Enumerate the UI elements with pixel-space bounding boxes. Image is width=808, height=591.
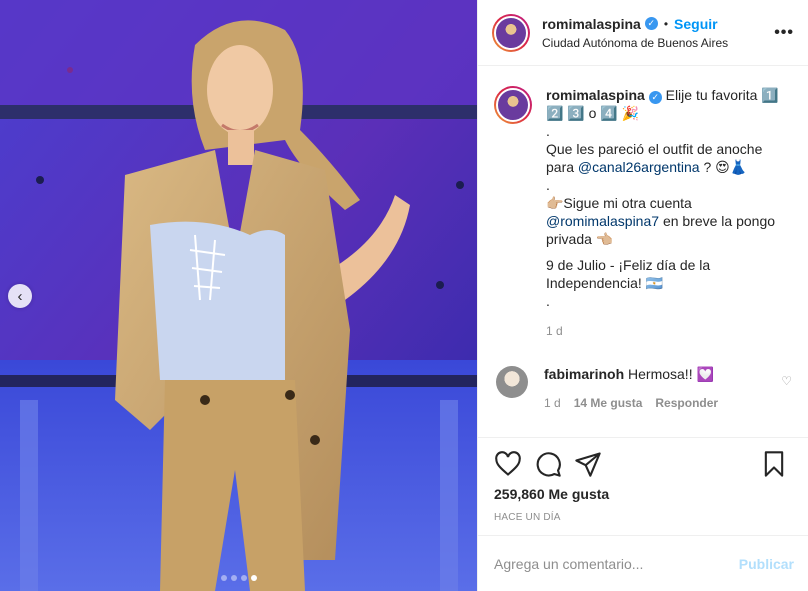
carousel-dot <box>220 575 227 581</box>
caption-emoji: ? 😍👗 <box>699 159 748 175</box>
comment-likes[interactable]: 14 Me gusta <box>574 396 643 410</box>
caption-line-7: 9 de Julio - ¡Feliz día de la Independen… <box>546 257 711 291</box>
comment-meta: 1 d 14 Me gusta Responder <box>544 396 792 410</box>
commenter-username[interactable]: fabimarinoh <box>544 366 624 382</box>
mention-link[interactable]: @romimalaspina7 <box>546 213 659 229</box>
caption-line-4: . <box>546 177 550 193</box>
caption-line-5: 👉🏼Sigue mi otra cuenta <box>546 195 692 211</box>
comment-body: fabimarinoh Hermosa!! 💟 1 d 14 Me gusta … <box>544 366 792 410</box>
header-top: romimalaspina ✓ • Seguir <box>542 16 774 32</box>
author-username[interactable]: romimalaspina <box>542 16 641 32</box>
comment-text-line: fabimarinoh Hermosa!! 💟 <box>544 366 792 383</box>
caption-line-6: @romimalaspina7 en breve la pongo privad… <box>546 212 792 248</box>
caption-line-8: . <box>546 293 550 309</box>
post-header: romimalaspina ✓ • Seguir Ciudad Autónoma… <box>478 0 808 66</box>
carousel-dot <box>240 575 247 581</box>
comment-age: 1 d <box>544 396 561 410</box>
photo-image <box>0 0 477 591</box>
carousel-dot <box>230 575 237 581</box>
mention-link[interactable]: @canal26argentina <box>578 159 700 175</box>
like-heart-icon[interactable] <box>494 450 522 478</box>
caption-text: romimalaspina ✓ Elije tu favorita 1️⃣ 2️… <box>546 86 792 340</box>
caption-age: 1 d <box>546 324 563 338</box>
avatar-image <box>494 15 528 50</box>
post-side-panel: romimalaspina ✓ • Seguir Ciudad Autónoma… <box>477 0 808 591</box>
action-bar: 259,860 Me gusta HACE UN DÍA <box>478 437 808 535</box>
header-text: romimalaspina ✓ • Seguir Ciudad Autónoma… <box>542 16 774 50</box>
caption-row: romimalaspina ✓ Elije tu favorita 1️⃣ 2️… <box>494 86 792 340</box>
post-time-ago[interactable]: HACE UN DÍA <box>494 512 796 523</box>
commenter-avatar[interactable] <box>496 366 528 398</box>
post-location[interactable]: Ciudad Autónoma de Buenos Aires <box>542 36 774 50</box>
caption-line: romimalaspina ✓ Elije tu favorita 1️⃣ 2️… <box>546 86 792 122</box>
comment-input[interactable] <box>494 555 739 572</box>
add-comment-bar: Publicar <box>478 535 808 591</box>
instagram-post: ‹ romimalaspina ✓ • Seguir Ciudad Autóno… <box>0 0 808 591</box>
post-photo[interactable]: ‹ <box>0 0 477 591</box>
save-bookmark-icon[interactable] <box>760 450 788 478</box>
verified-badge-icon: ✓ <box>648 91 662 104</box>
carousel-indicator <box>0 575 477 581</box>
verified-badge-icon: ✓ <box>644 17 658 30</box>
reply-button[interactable]: Responder <box>655 396 718 410</box>
avatar-image <box>496 88 530 122</box>
likes-count[interactable]: 259,860 Me gusta <box>494 486 796 502</box>
comment-item: fabimarinoh Hermosa!! 💟 1 d 14 Me gusta … <box>494 366 792 410</box>
author-avatar[interactable] <box>492 13 530 52</box>
more-options-icon[interactable]: ••• <box>774 24 794 42</box>
publish-button[interactable]: Publicar <box>739 556 794 572</box>
caption-line-2: . <box>546 123 550 139</box>
caption-avatar[interactable] <box>494 86 532 124</box>
carousel-dot-active <box>250 575 257 581</box>
caption-username[interactable]: romimalaspina <box>546 87 645 103</box>
action-icons <box>494 444 796 484</box>
share-paper-plane-icon[interactable] <box>574 450 602 478</box>
comments-section: romimalaspina ✓ Elije tu favorita 1️⃣ 2️… <box>478 66 808 437</box>
previous-photo-button[interactable]: ‹ <box>8 284 32 308</box>
separator-dot: • <box>663 16 669 31</box>
comment-text: Hermosa!! 💟 <box>628 366 714 382</box>
comment-bubble-icon[interactable] <box>534 450 562 478</box>
follow-button[interactable]: Seguir <box>674 16 718 32</box>
comment-like-heart-icon[interactable]: ♡ <box>781 374 792 388</box>
caption-line-3: Que les pareció el outfit de anoche para… <box>546 140 792 176</box>
